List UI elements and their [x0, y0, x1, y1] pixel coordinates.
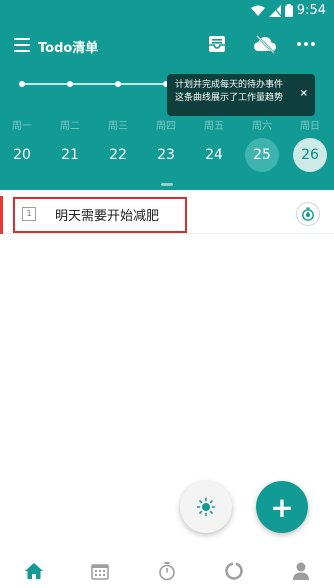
tooltip: 计划并完成每天的待办事件 这条曲线展示了工作量趋势 × [167, 74, 315, 116]
priority-indicator [0, 196, 3, 234]
date-cell[interactable]: 24 [197, 138, 231, 172]
menu-icon[interactable] [14, 38, 30, 52]
date-cell[interactable]: 23 [149, 138, 183, 172]
weekday-label: 周三 [108, 121, 128, 132]
add-task-button[interactable]: + [256, 481, 308, 533]
cloud-off-icon[interactable] [253, 34, 277, 54]
trend-point [67, 81, 73, 87]
battery-icon [284, 4, 293, 17]
sun-icon [196, 497, 216, 517]
tooltip-line-1: 计划并完成每天的待办事件 [175, 80, 284, 90]
drag-handle[interactable] [161, 183, 173, 186]
weekday-label: 周四 [156, 121, 176, 132]
inbox-icon[interactable] [207, 34, 227, 54]
date-cell[interactable]: 21 [53, 138, 87, 172]
theme-toggle-button[interactable] [180, 481, 232, 533]
stats-icon[interactable] [223, 560, 245, 582]
task-title[interactable]: 明天需要开始减肥 [55, 205, 159, 224]
calendar-icon[interactable] [89, 560, 111, 582]
trend-point [115, 81, 121, 87]
tooltip-line-2: 这条曲线展示了工作量趋势 [175, 93, 284, 103]
timer-icon[interactable] [156, 560, 178, 582]
header: 9:54 Todo清单 计划并完成每天的待办事件 这条曲线展示了工作量趋势 × … [0, 0, 334, 190]
tooltip-close-icon[interactable]: × [300, 87, 308, 100]
more-icon[interactable] [297, 42, 315, 46]
timer-icon[interactable] [296, 202, 320, 226]
weekday-label: 周一 [12, 121, 32, 132]
app-title: Todo清单 [38, 41, 99, 56]
signal-icon [268, 4, 281, 17]
weekday-label: 周日 [300, 121, 320, 132]
bottom-nav [0, 552, 334, 588]
trend-point [19, 81, 25, 87]
date-cell[interactable]: 25 [245, 138, 279, 172]
status-time: 9:54 [296, 3, 326, 18]
task-row[interactable]: 1 明天需要开始减肥 [0, 196, 334, 234]
date-row: 20 21 22 23 24 25 26 [0, 138, 334, 174]
date-cell-selected[interactable]: 26 [293, 138, 327, 172]
home-icon[interactable] [23, 560, 45, 582]
wifi-icon [250, 5, 265, 16]
date-cell[interactable]: 20 [5, 138, 39, 172]
profile-icon[interactable] [290, 560, 312, 582]
weekday-label: 周五 [204, 121, 224, 132]
status-bar: 9:54 [0, 0, 334, 24]
app-bar: Todo清单 [0, 30, 334, 62]
task-checkbox[interactable]: 1 [22, 207, 36, 221]
weekday-label: 周二 [60, 121, 80, 132]
weekday-row: 周一 周二 周三 周四 周五 周六 周日 [0, 117, 334, 132]
date-cell[interactable]: 22 [101, 138, 135, 172]
weekday-label: 周六 [252, 121, 272, 132]
